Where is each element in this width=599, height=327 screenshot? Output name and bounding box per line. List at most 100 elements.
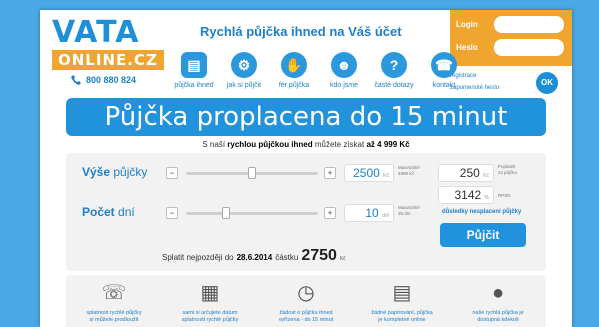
amount-max-line2: 4999 Kč <box>398 171 415 176</box>
nav-label: fér půjčka <box>278 82 310 89</box>
hero-subline: S naší rychlou půjčkou ihned můžete získ… <box>40 140 572 149</box>
feature-text-1: sami si určujete datum <box>182 310 238 316</box>
login-input[interactable] <box>494 16 564 33</box>
documents-icon: ▤ <box>392 282 412 304</box>
nav-item-jak-si-pujcit[interactable]: ⚙ jak si půjčit <box>222 52 266 89</box>
days-value-field[interactable]: 10 dní <box>344 204 394 222</box>
repay-text: Splatit nejpozději do <box>162 253 234 262</box>
days-slider-handle[interactable] <box>222 207 230 219</box>
amount-plus-button[interactable]: + <box>324 167 336 179</box>
nav-item-caste-dotazy[interactable]: ? časté dotazy <box>372 52 416 89</box>
feature-item: ▤ žádné papírování, půjčka je kompletně … <box>357 279 447 327</box>
amount-max-note: Maximálně 4999 Kč <box>398 165 420 177</box>
amount-label: Výše půjčky <box>82 165 147 179</box>
amount-unit: Kč <box>383 173 389 179</box>
page: VATA ONLINE.CZ Rychlá půjčka ihned na Vá… <box>40 10 572 327</box>
nav-item-kontakt[interactable]: ☎ kontakt <box>422 52 466 89</box>
amount-slider[interactable] <box>186 167 318 179</box>
days-value: 10 <box>365 206 379 220</box>
fee-field: 250 Kč <box>438 164 494 182</box>
password-row: Heslo <box>456 37 566 58</box>
phone-number: 800 880 824 <box>86 75 137 85</box>
nav-label: časté dotazy <box>374 82 414 89</box>
days-minus-button[interactable]: − <box>166 207 178 219</box>
fee-note-line2: za půjčku <box>498 170 518 175</box>
fee-note: Poplatek za půjčku <box>498 164 517 176</box>
phone-contact[interactable]: 800 880 824 <box>70 74 136 86</box>
feature-item: ▦ sami si určujete datum splatnosti rych… <box>165 279 255 327</box>
subline-bold-2: až 4 999 Kč <box>366 140 410 149</box>
gears-icon: ⚙ <box>231 52 257 78</box>
rpsn-value: 3142 <box>454 188 482 202</box>
feature-text-1: splatnost rychlé půjčky <box>86 310 142 316</box>
subline-prefix: S naší <box>202 140 226 149</box>
tagline: Rychlá půjčka ihned na Váš účet <box>200 24 402 39</box>
nav-label: jak si půjčit <box>226 82 262 89</box>
people-icon: ☻ <box>331 52 357 78</box>
feature-item: ◷ žádost o půjčku ihned vyřízena - do 15… <box>261 279 351 327</box>
nav-item-pujcka-ihned[interactable]: ▤ půjčka ihned <box>172 52 216 89</box>
rpsn-unit: % <box>484 195 489 201</box>
handshake-icon: ✋ <box>281 52 307 78</box>
question-icon: ? <box>381 52 407 78</box>
login-ok-button[interactable]: OK <box>536 72 558 94</box>
repay-date: 28.6.2014 <box>236 253 273 262</box>
fee-unit: Kč <box>483 173 489 179</box>
amount-minus-button[interactable]: − <box>166 167 178 179</box>
phone-device-icon: ☏ <box>101 282 127 304</box>
feature-text-2: vyřízena - do 15 minut <box>278 317 334 323</box>
subline-mid: můžete získat <box>314 140 365 149</box>
feature-text-2: dostupná kdekoli <box>477 317 519 323</box>
logo-text-top: VATA <box>52 15 140 50</box>
days-slider[interactable] <box>186 207 318 219</box>
hero-banner: Půjčka proplacena do 15 minut <box>66 98 546 136</box>
amount-slider-handle[interactable] <box>248 167 256 179</box>
amount-label-rest: půjčky <box>113 165 148 179</box>
nav-item-kdo-jsme[interactable]: ☻ kdo jsme <box>322 52 366 89</box>
logo-text-bottom: ONLINE.CZ <box>52 50 164 70</box>
feature-text-2: si můžete prodloužit <box>89 317 139 323</box>
feature-text-1: žádné papírování, půjčka <box>371 310 433 316</box>
feature-text-2: je kompletně online <box>378 317 426 323</box>
subline-bold-1: rychlou půjčkou ihned <box>227 140 313 149</box>
days-label-bold: Počet <box>82 205 115 219</box>
rpsn-field: 3142 % <box>438 186 494 204</box>
feature-text-2: splatnosti rychlé půjčky <box>181 317 239 323</box>
phone-icon: ☎ <box>431 52 457 78</box>
repay-currency: Kč <box>339 256 346 262</box>
rpsn-label: RPSN <box>498 193 511 198</box>
borrow-button[interactable]: Půjčit <box>440 223 526 247</box>
password-label: Heslo <box>456 43 478 52</box>
password-input[interactable] <box>494 39 564 56</box>
document-icon: ▤ <box>181 52 207 78</box>
days-unit: dní <box>382 213 389 219</box>
loan-calculator: Výše půjčky − + 2500 Kč Maximálně 4999 K… <box>66 153 546 271</box>
amount-label-bold: Výše <box>82 165 111 179</box>
features-strip: ☏ splatnost rychlé půjčky si můžete prod… <box>66 275 546 327</box>
feature-item: ● naše rychlá půjčka je dostupná kdekoli <box>453 279 543 327</box>
repay-amount-label: částku <box>275 253 299 262</box>
days-label: Počet dní <box>82 205 135 219</box>
feature-text-1: žádost o půjčku ihned <box>279 310 333 316</box>
login-box: Login Heslo <box>450 10 572 66</box>
nav-label: půjčka ihned <box>174 82 214 89</box>
calendar-icon: ▦ <box>200 282 220 304</box>
nav-label: kontakt <box>432 82 456 89</box>
nav-item-fer-pujcka[interactable]: ✋ fér půjčka <box>272 52 316 89</box>
feature-text-1: naše rychlá půjčka je <box>472 310 524 316</box>
repay-summary: Splatit nejpozději do 28.6.2014 částku 2… <box>162 247 346 265</box>
repay-amount: 2750 <box>301 247 337 264</box>
browser-frame: VATA ONLINE.CZ Rychlá půjčka ihned na Vá… <box>0 0 599 327</box>
amount-value: 2500 <box>353 166 380 180</box>
amount-value-field[interactable]: 2500 Kč <box>344 164 394 182</box>
feature-item: ☏ splatnost rychlé půjčky si můžete prod… <box>69 279 159 327</box>
consequences-link[interactable]: důsledky nesplacení půjčky <box>442 209 521 215</box>
days-plus-button[interactable]: + <box>324 207 336 219</box>
days-label-rest: dní <box>118 205 135 219</box>
login-row: Login <box>456 14 566 35</box>
main-nav: ▤ půjčka ihned ⚙ jak si půjčit ✋ fér půj… <box>172 52 466 89</box>
login-label: Login <box>456 20 478 29</box>
days-max-line2: 35 dní <box>398 211 411 216</box>
stopwatch-icon: ◷ <box>297 282 315 304</box>
fee-value: 250 <box>459 166 480 180</box>
